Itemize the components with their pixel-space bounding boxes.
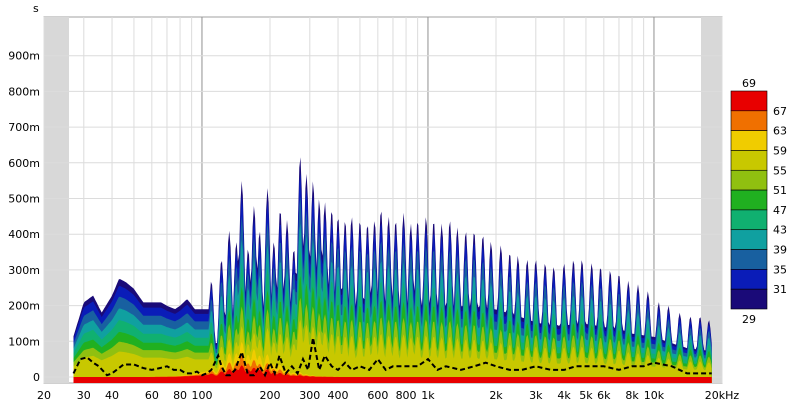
colorbar: 69 29 67 63 59 55 51 47 43 39 35 31: [730, 77, 787, 326]
x-tick-label: 800: [396, 389, 417, 402]
y-tick-label: 800m: [8, 85, 40, 98]
x-tick-label: 80: [173, 389, 187, 402]
x-tick-label: 1k: [421, 389, 435, 402]
x-tick-labels: 20 30 40 60 80 100 200 300 400 600 800 1k 2k 3k 4k 5k 6k…: [37, 389, 739, 402]
y-tick-label: 600m: [8, 157, 40, 170]
colorbar-level-label: 47: [773, 204, 787, 217]
x-tick-label: 6k: [597, 389, 611, 402]
colorbar-segment: [730, 189, 768, 211]
y-tick-label: 200m: [8, 300, 40, 313]
x-tick-label: 20kHz: [705, 389, 740, 402]
y-tick-label: 500m: [8, 193, 40, 206]
y-tick-labels: 0 100m 200m 300m 400m 500m 600m 700m 800m 900m: [8, 50, 40, 384]
colorbar-level-label: 63: [773, 125, 787, 138]
x-tick-label: 10k: [644, 389, 665, 402]
y-tick-label: 100m: [8, 335, 40, 348]
x-tick-label: 400: [328, 389, 349, 402]
x-tick-label: 200: [260, 389, 281, 402]
x-tick-label: 100: [191, 389, 212, 402]
chart-svg: s 0100m200m300m400m500m600m700m800m900m …: [8, 2, 787, 402]
x-tick-label: 20: [37, 389, 51, 402]
colorbar-segment: [730, 169, 768, 191]
x-tick-label: 8k: [625, 389, 639, 402]
y-tick-label: 300m: [8, 264, 40, 277]
x-tick-label: 600: [367, 389, 388, 402]
y-unit-label: s: [33, 2, 39, 15]
x-tick-label: 3k: [529, 389, 543, 402]
colorbar-level-label: 35: [773, 263, 787, 276]
colorbar-segment: [730, 269, 768, 290]
colorbar-level-label: 59: [773, 144, 787, 157]
colorbar-segment: [730, 110, 768, 131]
spectrogram-chart: s 0 100m 200m 300m 400m 500m 600m 700m 800m 900m …: [0, 0, 800, 407]
y-tick-label: 0: [33, 371, 40, 384]
y-tick-label: 900m: [8, 50, 40, 63]
right-range-band: [701, 17, 722, 383]
left-range-band: [44, 17, 69, 383]
y-tick-label: 400m: [8, 228, 40, 241]
colorbar-level-label: 39: [773, 244, 787, 257]
colorbar-level-label: 31: [773, 283, 787, 296]
y-tick-label: 700m: [8, 121, 40, 134]
x-tick-label: 40: [105, 389, 119, 402]
colorbar-level-label: 67: [773, 105, 787, 118]
x-tick-label: 2k: [489, 389, 503, 402]
colorbar-segment: [730, 249, 768, 270]
colorbar-min-label: 29: [742, 313, 756, 326]
colorbar-segment: [730, 90, 768, 112]
colorbar-segment: [730, 130, 768, 151]
colorbar-segment: [730, 209, 768, 231]
colorbar-segment: [730, 288, 768, 310]
colorbar-level-label: 43: [773, 224, 787, 237]
x-tick-label: 60: [145, 389, 159, 402]
x-tick-label: 30: [77, 389, 91, 402]
colorbar-level-label: 55: [773, 164, 787, 177]
colorbar-level-label: 51: [773, 184, 787, 197]
x-tick-label: 4k: [557, 389, 571, 402]
colorbar-segment: [730, 229, 768, 250]
colorbar-segment: [730, 150, 768, 171]
x-tick-label: 5k: [579, 389, 593, 402]
colorbar-max-label: 69: [742, 77, 756, 90]
x-tick-label: 300: [299, 389, 320, 402]
